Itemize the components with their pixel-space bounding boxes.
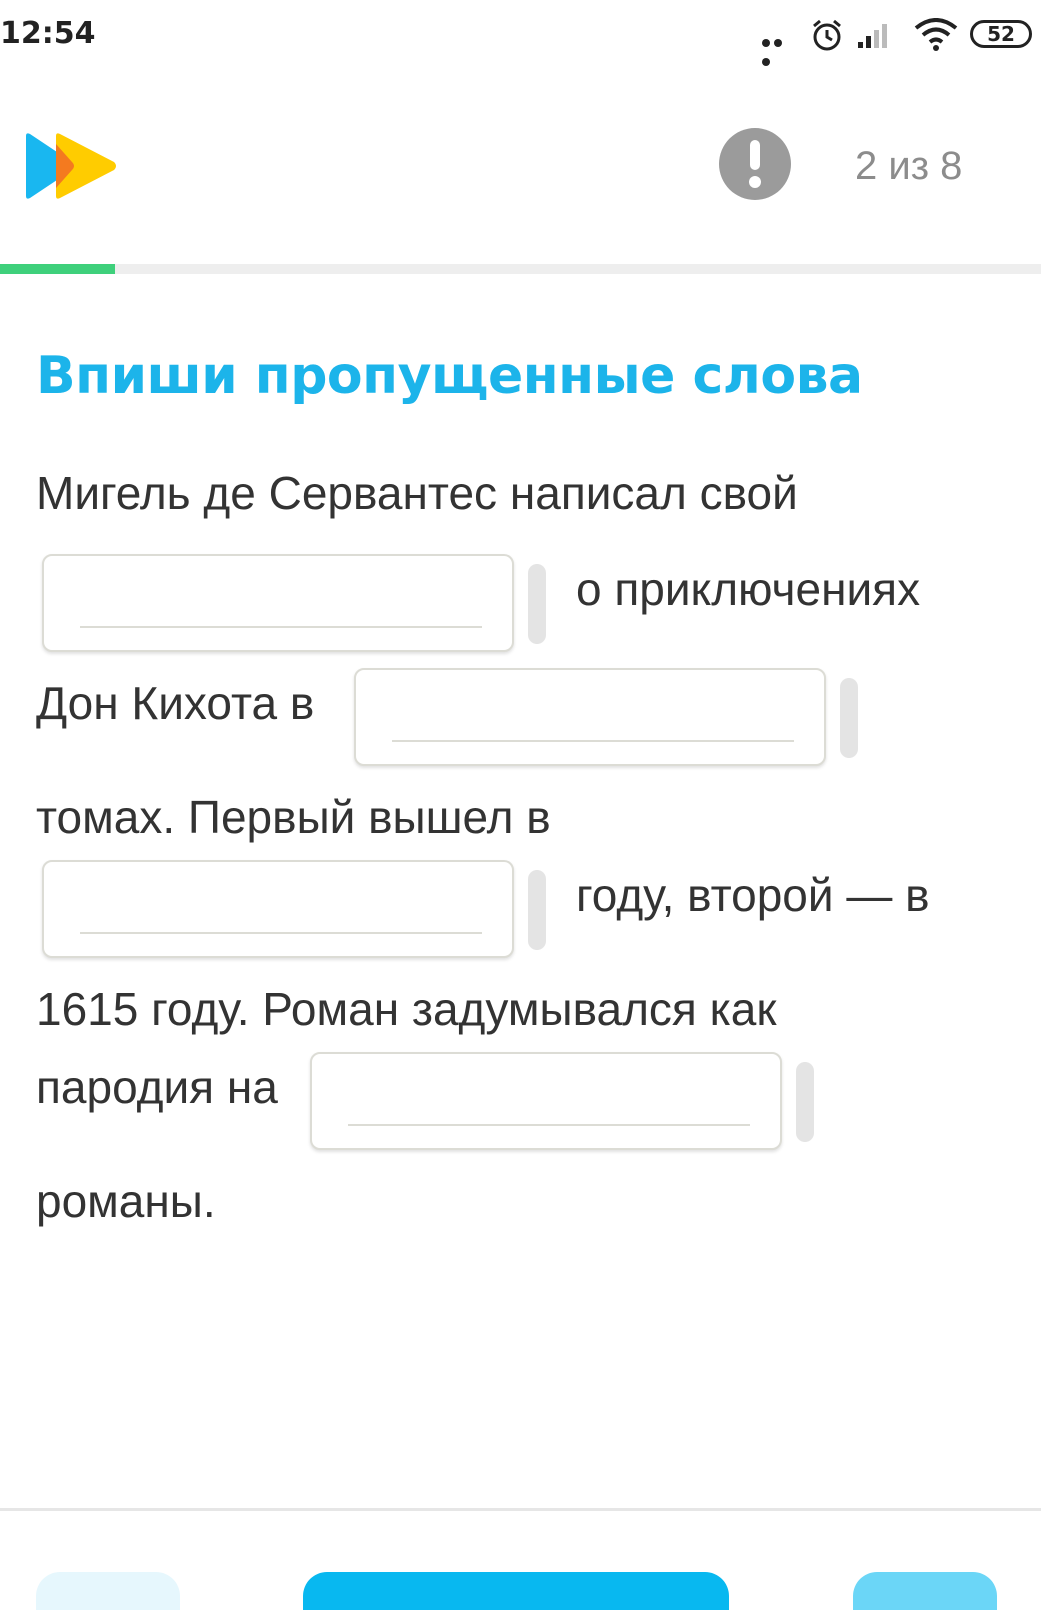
answer-blank-4[interactable]	[310, 1052, 782, 1150]
text-segment: томах. Первый вышел в	[36, 791, 551, 843]
battery-icon: 52	[970, 20, 1032, 48]
answer-blank-1[interactable]	[42, 554, 514, 652]
text-segment: 1615 году. Роман задумывался как	[36, 983, 777, 1035]
next-button[interactable]	[853, 1572, 997, 1610]
text-segment: о приключениях	[576, 563, 921, 615]
question-counter: 2 из 8	[855, 144, 963, 188]
answer-blank-2[interactable]	[354, 668, 826, 766]
signal-icon	[858, 24, 887, 48]
alarm-icon	[813, 19, 841, 51]
text-segment: пародия на	[36, 1061, 278, 1113]
wifi-icon	[914, 18, 958, 51]
blank-handle[interactable]	[796, 1062, 814, 1142]
report-problem-icon[interactable]	[719, 128, 791, 200]
status-time: 12:54	[0, 16, 96, 51]
blank-handle[interactable]	[528, 564, 546, 644]
text-segment: году, второй — в	[576, 869, 930, 921]
text-segment: Мигель де Сервантес написал свой	[36, 467, 798, 519]
check-button[interactable]	[303, 1572, 729, 1610]
app-logo	[26, 133, 116, 199]
blank-handle[interactable]	[840, 678, 858, 758]
exercise-title: Впиши пропущенные слова	[36, 346, 863, 406]
progress-fill	[0, 264, 115, 274]
text-segment: Дон Кихота в	[36, 677, 315, 729]
answer-blank-3[interactable]	[42, 860, 514, 958]
more-dots-icon	[762, 32, 796, 66]
bottom-divider	[0, 1508, 1041, 1511]
progress-track	[0, 264, 1041, 274]
back-button[interactable]	[36, 1572, 180, 1610]
text-segment: романы.	[36, 1175, 216, 1227]
blank-handle[interactable]	[528, 870, 546, 950]
status-bar: 12:54 52	[0, 0, 1041, 80]
